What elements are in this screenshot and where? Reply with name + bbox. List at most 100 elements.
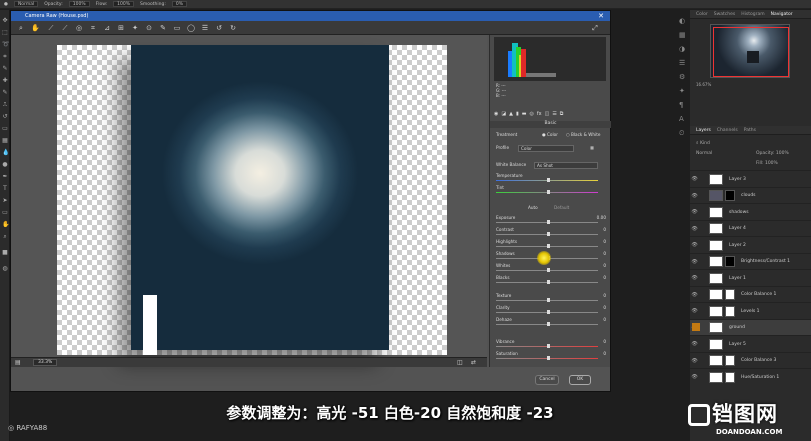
slider-value[interactable]: 0 [603,251,606,256]
stamp-tool-icon[interactable]: ⎍ [2,102,8,108]
slider-value[interactable]: 0 [603,317,606,322]
slider-track[interactable] [496,310,598,314]
zoom-tool-icon[interactable]: ⌕ [2,234,8,240]
layer-row[interactable]: 👁 Layer 4 [690,219,811,237]
slider-knob[interactable] [547,322,550,326]
layer-row[interactable]: 👁 Hue/Saturation 1 [690,368,811,385]
layer-row[interactable]: 👁 clouds [690,186,811,204]
shape-tool-icon[interactable]: ▭ [2,210,8,216]
slider-value[interactable]: 0 [603,227,606,232]
slider-track[interactable] [496,190,598,194]
properties-panel-icon[interactable]: ⚙ [679,74,686,81]
hsl-icon[interactable]: ▮ [516,111,519,119]
default-button[interactable]: Default [554,205,569,210]
slider-track[interactable] [496,232,598,236]
slider-track[interactable] [496,220,598,224]
slider-knob[interactable] [547,356,550,360]
cancel-button[interactable]: Cancel [535,375,559,385]
tab-color[interactable]: Color [696,12,708,17]
smoothing-field[interactable]: 0% [171,1,188,7]
layer-row[interactable]: 👁 Layer 5 [690,335,811,352]
slider-track[interactable] [496,298,598,302]
slider-knob[interactable] [547,190,550,194]
lens-icon[interactable]: ◎ [529,111,533,119]
visibility-eye-icon[interactable]: 👁 [690,242,699,248]
basic-tab-icon[interactable]: ◉ [494,111,498,119]
flow-field[interactable]: 100% [113,1,135,7]
slider-knob[interactable] [547,232,550,236]
slider-value[interactable]: 0 [603,293,606,298]
fullscreen-icon[interactable]: ⤢ [591,24,599,32]
rotate-right-icon[interactable]: ↻ [229,24,237,32]
tab-layers[interactable]: Layers [696,128,711,133]
quick-mask-icon[interactable]: ◍ [2,266,8,272]
layer-row[interactable]: 👁 Color Balance 1 [690,285,811,303]
layer-opacity[interactable]: Opacity: 100% [756,151,789,156]
layer-row[interactable]: 👁 Layer 1 [690,269,811,286]
slider-value[interactable]: 0.00 [597,215,606,220]
navigator-thumbnail[interactable] [710,24,790,78]
effects-icon[interactable]: fx [537,111,542,119]
history-brush-icon[interactable]: ↺ [2,114,8,120]
filter-kind[interactable]: Kind [700,141,710,146]
path-select-icon[interactable]: ➤ [2,198,8,204]
zoom-tool-icon[interactable]: ⌕ [17,24,25,32]
move-tool-icon[interactable]: ✥ [2,18,8,24]
character-panel-icon[interactable]: A [679,116,686,123]
crop-tool-icon[interactable]: ⌗ [2,54,8,60]
opacity-field[interactable]: 100% [68,1,90,7]
navigator-zoom[interactable]: 16.67% [696,82,711,87]
visibility-eye-icon[interactable]: 👁 [690,341,699,347]
white-balance-tool-icon[interactable]: ⟋ [47,24,55,32]
eraser-tool-icon[interactable]: ▭ [2,126,8,132]
rotate-left-icon[interactable]: ↺ [215,24,223,32]
layer-row[interactable]: 👁 Color Balance 3 [690,351,811,369]
type-tool-icon[interactable]: T [2,186,8,192]
color-panel-icon[interactable]: ◐ [679,18,686,25]
spot-removal-icon[interactable]: ✦ [131,24,139,32]
visibility-eye-icon[interactable]: 👁 [690,209,699,215]
treatment-bw-radio[interactable]: ○ Black & White [566,132,600,137]
slider-track[interactable] [496,244,598,248]
presets-icon[interactable]: ☰ [552,111,556,119]
layer-row[interactable]: 👁 shadows [690,203,811,220]
brush-preset-icon[interactable]: ● [4,2,8,7]
layer-fill[interactable]: Fill: 100% [756,161,778,166]
white-balance-select[interactable]: As Shot [534,162,598,169]
slider-knob[interactable] [547,298,550,302]
image-canvas[interactable] [11,35,487,357]
paragraph-panel-icon[interactable]: ¶ [679,102,686,109]
filmstrip-icon[interactable]: ▤ [15,359,21,366]
tab-channels[interactable]: Channels [717,128,738,133]
tab-swatches[interactable]: Swatches [714,12,736,17]
slider-track[interactable] [496,268,598,272]
slider-track[interactable] [496,344,598,348]
layer-filter[interactable]: ⌕ Kind [696,140,710,146]
ok-button[interactable]: OK [569,375,591,385]
mode-select[interactable]: Normal [13,1,39,7]
profile-browser-icon[interactable]: ▦ [590,145,594,150]
split-toning-icon[interactable]: ▬ [522,111,527,119]
hand-tool-icon[interactable]: ✋ [31,24,40,32]
tone-curve-icon[interactable]: ◪ [501,111,506,119]
slider-knob[interactable] [547,344,550,348]
styles-panel-icon[interactable]: ✦ [679,88,686,95]
marquee-tool-icon[interactable]: ⬚ [2,30,8,36]
healing-tool-icon[interactable]: ✚ [2,78,8,84]
slider-track[interactable] [496,322,598,326]
visibility-eye-icon[interactable]: 👁 [690,259,699,265]
slider-knob[interactable] [547,268,550,272]
straighten-tool-icon[interactable]: ⊿ [103,24,111,32]
visibility-eye-icon[interactable]: 👁 [690,193,699,199]
tab-paths[interactable]: Paths [744,128,756,133]
treatment-color-radio[interactable]: ● Color [542,132,558,137]
slider-track[interactable] [496,178,598,182]
layer-row[interactable]: 👁 Brightness/Contrast 1 [690,252,811,270]
slider-value[interactable]: 0 [603,339,606,344]
slider-knob[interactable] [547,244,550,248]
blend-mode-select[interactable]: Normal [696,151,712,156]
visibility-eye-icon[interactable]: 👁 [690,308,699,314]
adjustments-panel-icon[interactable]: ◑ [679,46,686,53]
slider-track[interactable] [496,280,598,284]
preferences-icon[interactable]: ☰ [201,24,209,32]
